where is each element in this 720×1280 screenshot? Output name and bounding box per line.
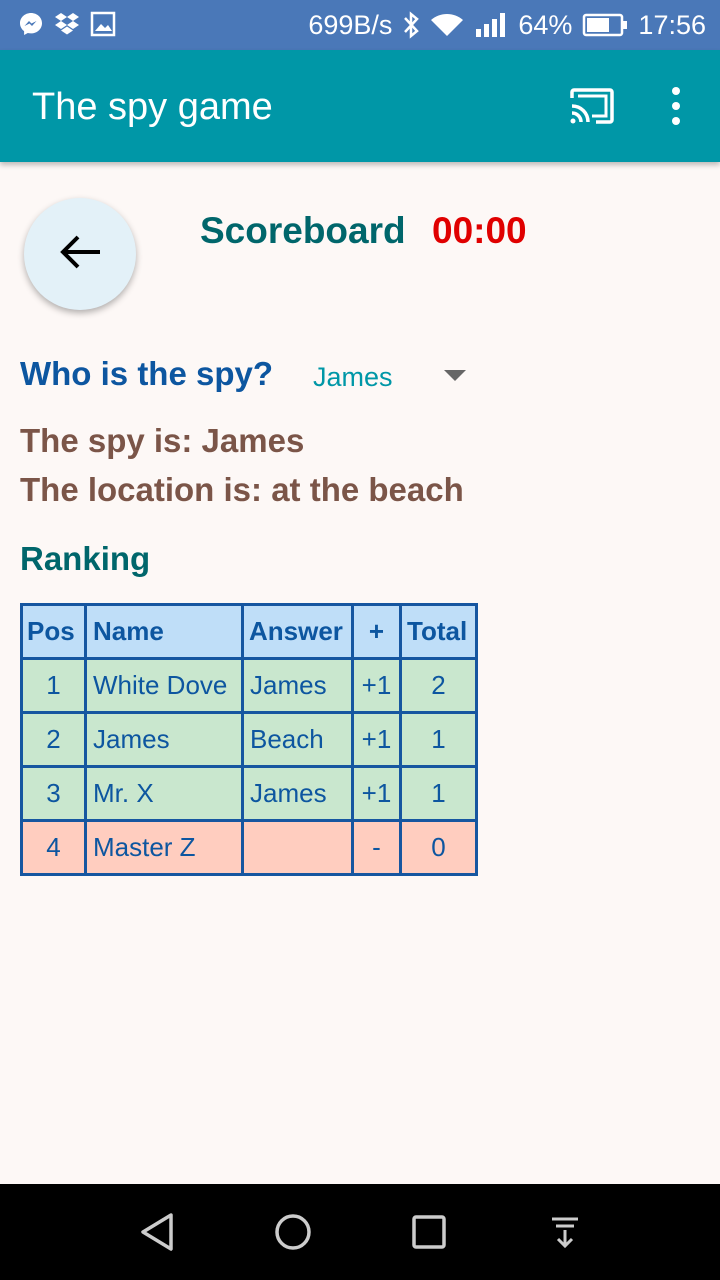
nav-home-icon[interactable] [273, 1212, 313, 1252]
cell-total: 1 [399, 711, 478, 768]
col-name: Name [84, 603, 244, 660]
spy-select[interactable]: James [300, 358, 475, 398]
cell-plus: +1 [351, 765, 402, 822]
table-row: 2 James Beach +1 1 [20, 711, 478, 768]
arrow-back-icon [58, 232, 102, 277]
spy-result: The spy is: James [20, 422, 305, 459]
image-icon [90, 11, 116, 37]
cell-total: 1 [399, 765, 478, 822]
col-pos: Pos [20, 603, 87, 660]
cell-answer: Beach [241, 711, 354, 768]
cell-pos: 3 [20, 765, 87, 822]
cell-answer: James [241, 657, 354, 714]
cell-name: Master Z [84, 819, 244, 876]
cell-name: White Dove [84, 657, 244, 714]
app-title: The spy game [32, 86, 273, 128]
table-row: 4 Master Z - 0 [20, 819, 478, 876]
nav-back-icon[interactable] [137, 1212, 177, 1252]
cell-plus: +1 [351, 711, 402, 768]
cell-name: Mr. X [84, 765, 244, 822]
cell-name: James [84, 711, 244, 768]
page-title: Scoreboard [200, 210, 406, 251]
cell-total: 2 [399, 657, 478, 714]
col-total: Total [399, 603, 478, 660]
nav-recents-icon[interactable] [409, 1212, 449, 1252]
cell-answer: James [241, 765, 354, 822]
cast-icon[interactable] [568, 86, 616, 126]
messenger-icon [18, 11, 44, 37]
signal-icon [474, 12, 508, 38]
app-bar: The spy game [0, 50, 720, 162]
cell-pos: 1 [20, 657, 87, 714]
cell-plus: - [351, 819, 402, 876]
spy-question-label: Who is the spy? [20, 355, 274, 392]
more-vert-icon[interactable] [660, 80, 692, 132]
bluetooth-icon [402, 11, 420, 39]
ranking-title: Ranking [20, 540, 151, 577]
cell-pos: 4 [20, 819, 87, 876]
table-row: 1 White Dove James +1 2 [20, 657, 478, 714]
spy-select-value: James [313, 362, 393, 392]
dropbox-icon [54, 12, 80, 36]
clock: 17:56 [638, 9, 706, 40]
wifi-icon [430, 12, 464, 38]
location-result: The location is: at the beach [20, 471, 464, 508]
cell-answer [241, 819, 354, 876]
table-header-row: Pos Name Answer + Total [20, 603, 478, 660]
status-bar: 699B/s 64% 17:56 [0, 0, 720, 50]
col-answer: Answer [241, 603, 354, 660]
net-speed: 699B/s [308, 9, 393, 40]
battery-icon [582, 13, 628, 37]
cell-pos: 2 [20, 711, 87, 768]
cell-total: 0 [399, 819, 478, 876]
timer: 00:00 [432, 210, 527, 251]
table-row: 3 Mr. X James +1 1 [20, 765, 478, 822]
nav-notifications-icon[interactable] [545, 1212, 585, 1252]
battery-percent: 64% [518, 9, 573, 40]
ranking-table: Pos Name Answer + Total 1 White Dove Jam… [20, 603, 478, 876]
navigation-bar [0, 1184, 720, 1280]
cell-plus: +1 [351, 657, 402, 714]
back-button[interactable] [24, 198, 136, 310]
dropdown-arrow-icon [444, 370, 466, 381]
col-plus: + [351, 603, 402, 660]
